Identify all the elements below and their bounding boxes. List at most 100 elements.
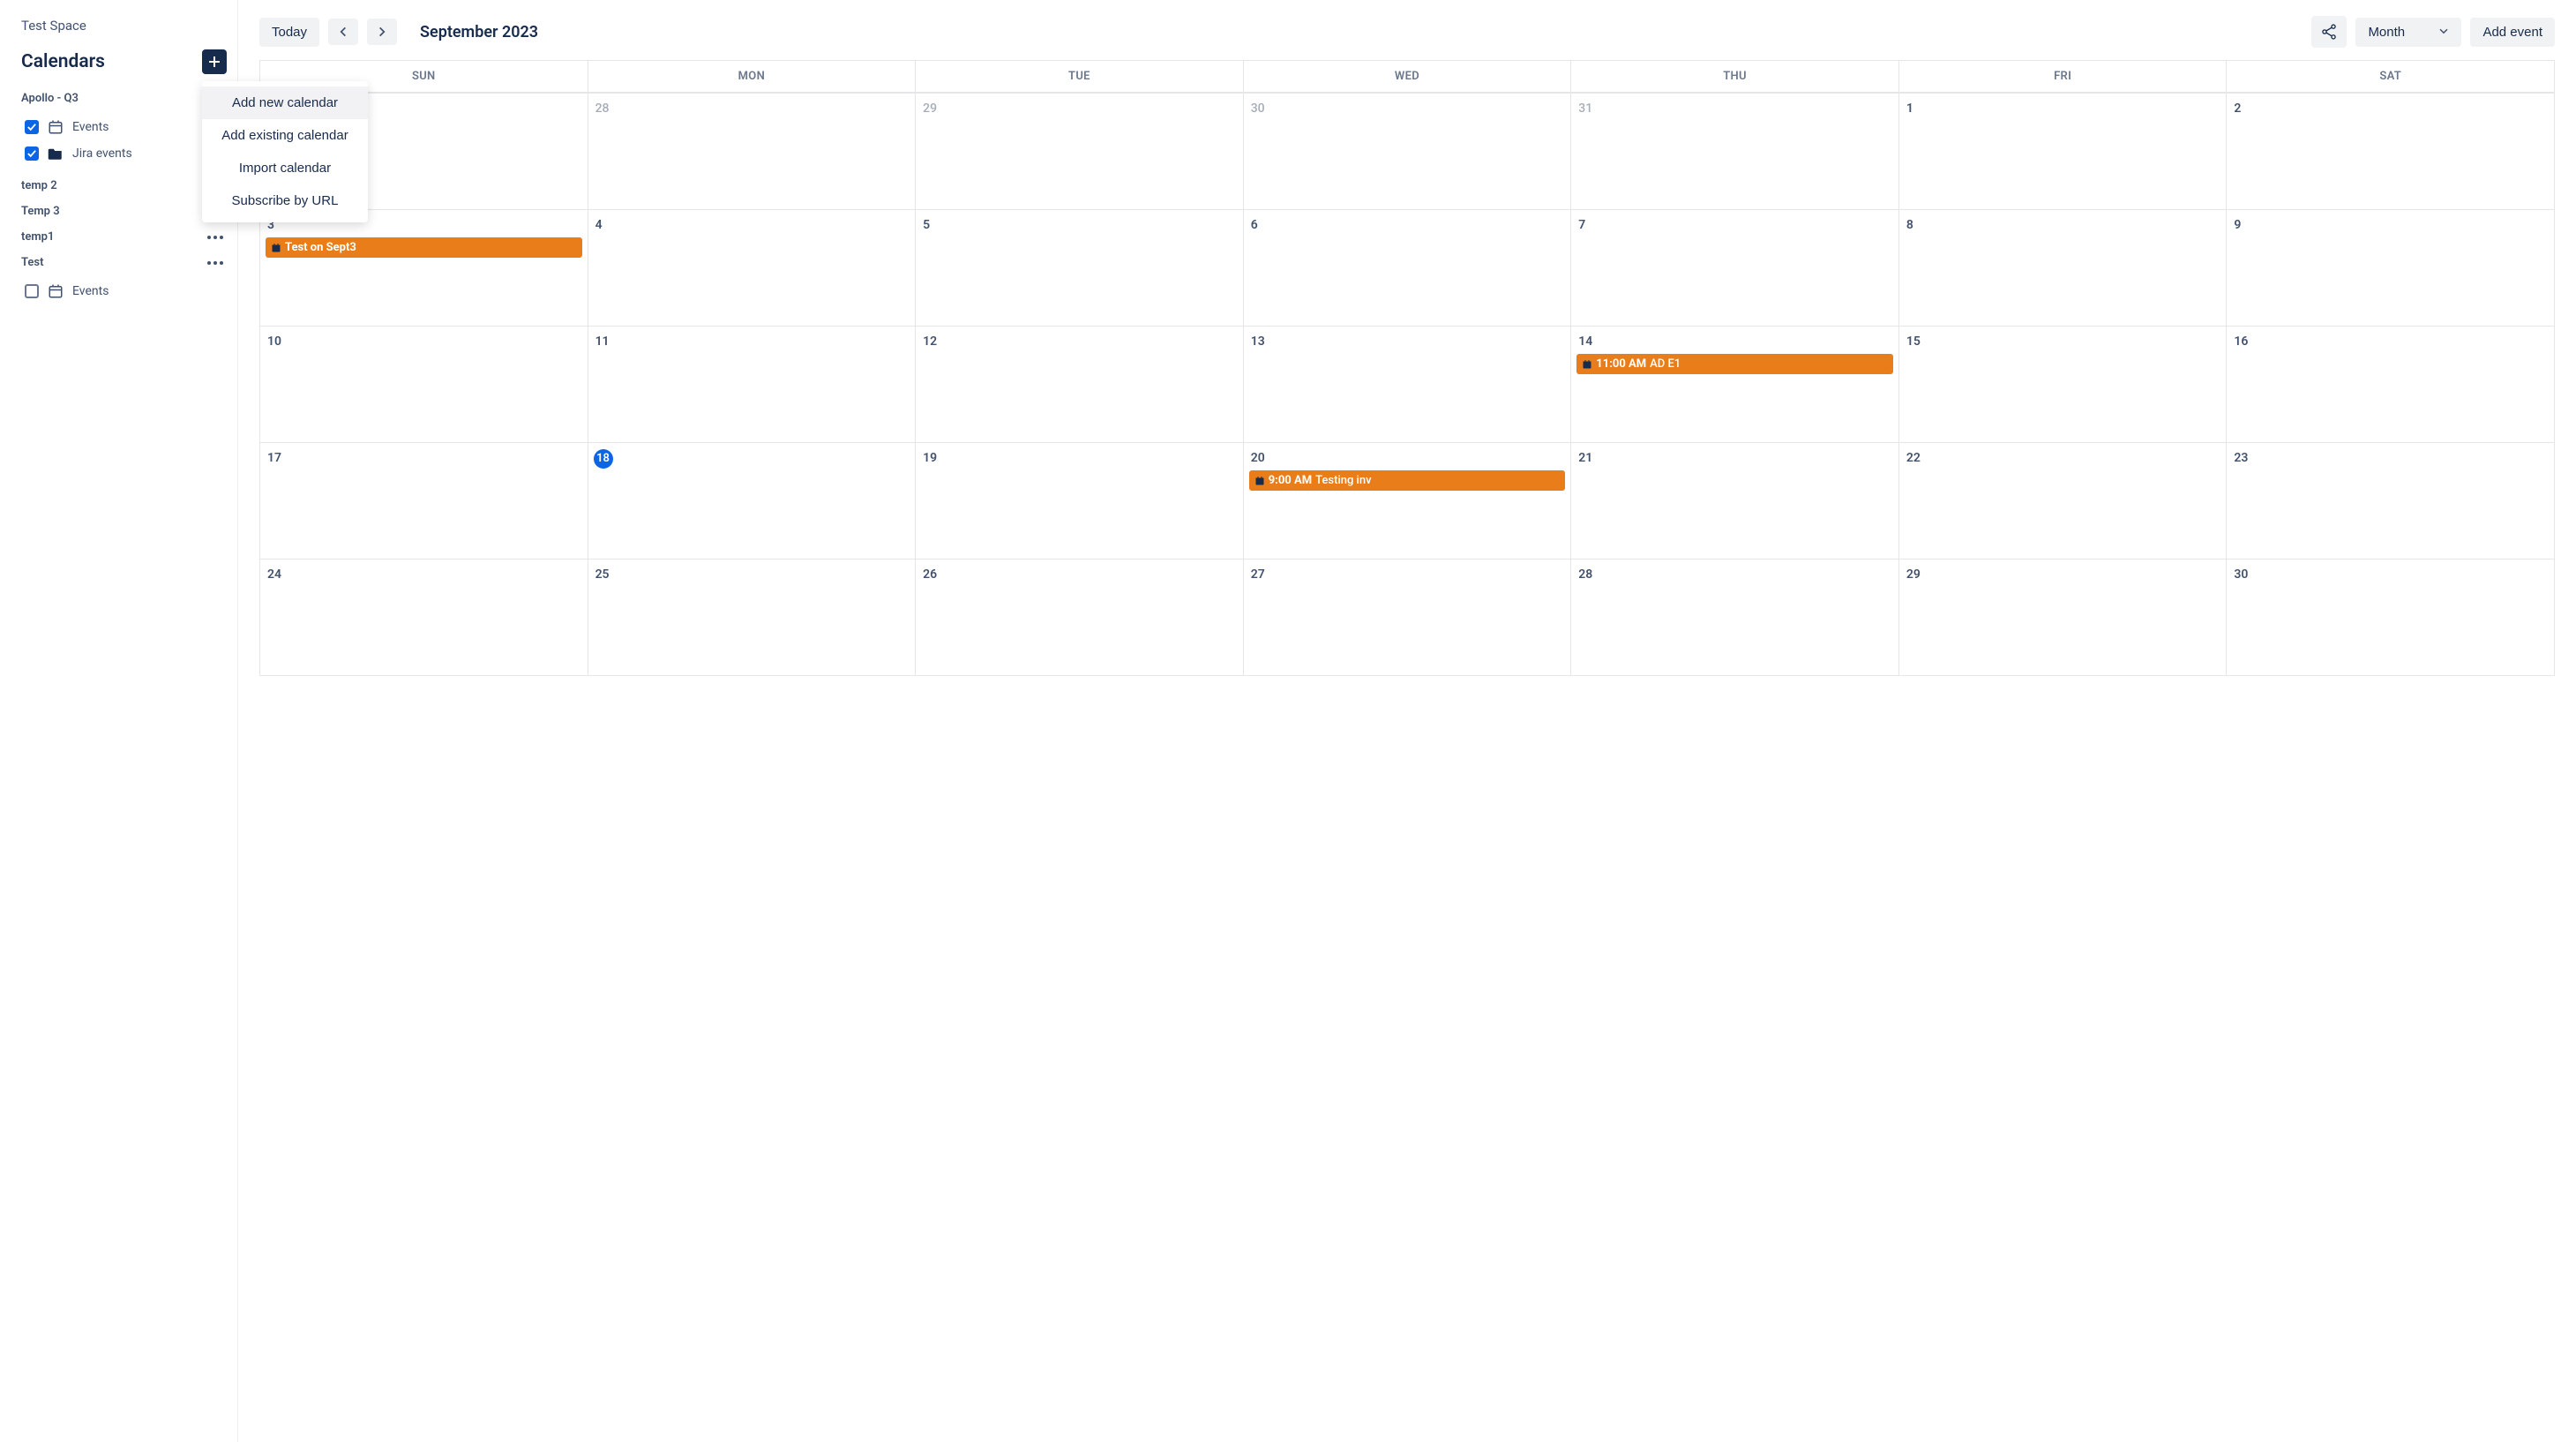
add-calendar-button[interactable]: Add new calendarAdd existing calendarImp… [202,49,227,74]
day-number: 15 [1905,333,1922,350]
day-cell[interactable]: 1 [1899,94,2228,209]
day-cell[interactable]: 6 [1244,210,1572,326]
calendar-icon [48,119,64,135]
day-number: 5 [921,216,932,234]
day-number: 13 [1249,333,1267,350]
day-header: WED [1244,61,1572,94]
day-cell[interactable]: 7 [1571,210,1899,326]
calendar-item[interactable]: Events [21,278,227,304]
calendar-section-label[interactable]: Test [21,256,227,269]
add-event-button[interactable]: Add event [2470,18,2555,47]
calendar-checkbox[interactable] [25,146,39,161]
calendar-item[interactable]: Jira events [21,140,227,167]
day-number: 28 [594,100,611,117]
calendar-section-label[interactable]: temp 2 [21,179,227,192]
day-cell[interactable]: 16 [2227,327,2555,442]
day-cell[interactable]: 23 [2227,443,2555,559]
day-number: 16 [2232,333,2250,350]
more-actions-icon[interactable] [204,258,227,268]
prev-button[interactable] [328,19,358,45]
day-number: 30 [2232,566,2250,583]
share-button[interactable] [2311,16,2347,48]
day-number: 19 [921,449,939,467]
calendar-item-label: Events [72,120,109,134]
day-cell[interactable]: 5 [916,210,1244,326]
day-cell[interactable]: 28 [1571,560,1899,675]
day-number: 23 [2232,449,2250,467]
day-cell[interactable]: 2 [2227,94,2555,209]
day-cell[interactable]: 29 [1899,560,2228,675]
sidebar: Test Space Calendars Add new calendarAdd… [0,0,238,1442]
day-cell[interactable]: 22 [1899,443,2228,559]
event-chip[interactable]: 11:00 AMAD E1 [1576,354,1893,374]
day-number: 24 [266,566,283,583]
day-cell[interactable]: 26 [916,560,1244,675]
day-cell[interactable]: 18 [588,443,917,559]
day-cell[interactable]: 30 [1244,94,1572,209]
day-cell[interactable]: 1411:00 AMAD E1 [1571,327,1899,442]
day-cell[interactable]: 28 [588,94,917,209]
day-number: 1 [1905,100,1915,117]
calendar-checkbox[interactable] [25,120,39,134]
day-number: 18 [594,449,613,469]
day-number: 11 [594,333,611,350]
breadcrumb[interactable]: Test Space [21,18,227,34]
view-select[interactable]: Month [2355,18,2461,47]
day-cell[interactable]: 13 [1244,327,1572,442]
day-cell[interactable]: 30 [2227,560,2555,675]
day-cell[interactable]: 24 [260,560,588,675]
day-cell[interactable]: 11 [588,327,917,442]
day-cell[interactable]: 3Test on Sept3 [260,210,588,326]
day-number: 9 [2232,216,2243,234]
day-number: 4 [594,216,604,234]
toolbar: Today September 2023 Month Add event [259,0,2555,60]
chevron-down-icon [2438,26,2449,37]
day-cell[interactable]: 19 [916,443,1244,559]
day-cell[interactable]: 15 [1899,327,2228,442]
day-cell[interactable]: 25 [588,560,917,675]
month-title: September 2023 [420,23,538,41]
day-cell[interactable]: 4 [588,210,917,326]
day-cell[interactable]: 10 [260,327,588,442]
dropdown-item[interactable]: Add existing calendar [202,119,368,152]
calendar-item[interactable]: Events [21,114,227,140]
today-button[interactable]: Today [259,18,319,47]
day-cell[interactable]: 21 [1571,443,1899,559]
day-number: 29 [1905,566,1922,583]
day-number: 29 [921,100,939,117]
day-cell[interactable]: 17 [260,443,588,559]
day-number: 21 [1576,449,1594,467]
day-cell[interactable]: 31 [1571,94,1899,209]
day-header: MON [588,61,917,94]
day-header: SAT [2227,61,2555,94]
day-cell[interactable]: 29 [916,94,1244,209]
day-header: TUE [916,61,1244,94]
day-number: 28 [1576,566,1594,583]
day-cell[interactable]: 8 [1899,210,2228,326]
calendar-checkbox[interactable] [25,284,39,298]
calendar-section-label[interactable]: Apollo - Q3 [21,92,227,105]
day-number: 6 [1249,216,1260,234]
chevron-left-icon [337,26,349,38]
day-cell[interactable]: 12 [916,327,1244,442]
dropdown-item[interactable]: Subscribe by URL [202,184,368,217]
folder-icon [48,146,64,161]
dropdown-item[interactable]: Add new calendar [202,86,368,119]
calendar-section-label[interactable]: Temp 3 [21,205,227,218]
event-chip[interactable]: 9:00 AMTesting inv [1249,470,1566,491]
day-cell[interactable]: 9 [2227,210,2555,326]
calendar-icon [48,283,64,299]
day-cell[interactable]: 27 [1244,560,1572,675]
dropdown-item[interactable]: Import calendar [202,152,368,184]
day-number: 30 [1249,100,1267,117]
day-number: 10 [266,333,283,350]
day-cell[interactable]: 209:00 AMTesting inv [1244,443,1572,559]
view-select-label: Month [2368,25,2405,40]
add-calendar-dropdown: Add new calendarAdd existing calendarImp… [202,81,368,222]
calendar-section-label[interactable]: temp1 [21,230,227,244]
more-actions-icon[interactable] [204,232,227,243]
calendar-item-label: Jira events [72,146,132,161]
event-chip[interactable]: Test on Sept3 [266,237,582,258]
next-button[interactable] [367,19,397,45]
day-number: 2 [2232,100,2243,117]
